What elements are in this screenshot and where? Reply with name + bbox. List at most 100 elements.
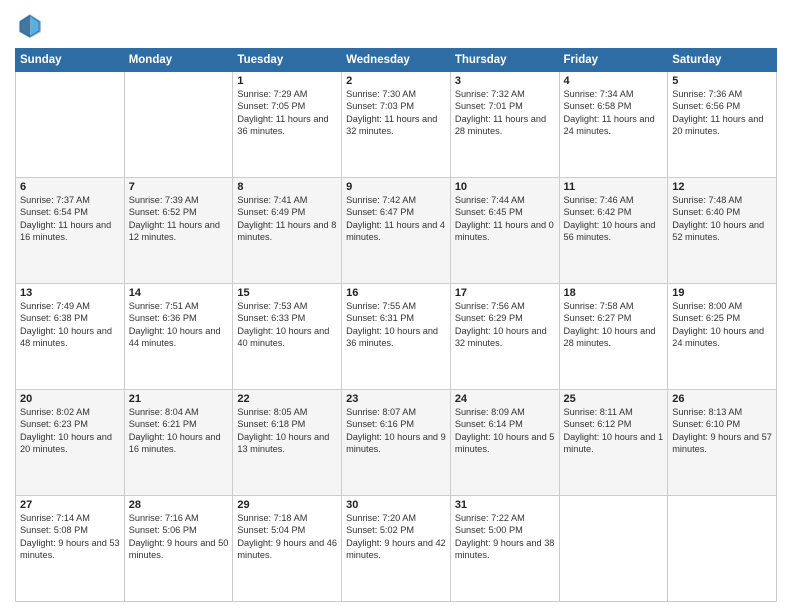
cell-info: Sunrise: 7:30 AMSunset: 7:03 PMDaylight:… bbox=[346, 88, 446, 138]
day-number: 18 bbox=[564, 287, 664, 299]
day-number: 5 bbox=[672, 75, 772, 87]
calendar-cell: 6Sunrise: 7:37 AMSunset: 6:54 PMDaylight… bbox=[16, 178, 125, 284]
calendar-cell: 26Sunrise: 8:13 AMSunset: 6:10 PMDayligh… bbox=[668, 390, 777, 496]
calendar-week-3: 13Sunrise: 7:49 AMSunset: 6:38 PMDayligh… bbox=[16, 284, 777, 390]
day-number: 31 bbox=[455, 499, 555, 511]
calendar-cell: 25Sunrise: 8:11 AMSunset: 6:12 PMDayligh… bbox=[559, 390, 668, 496]
day-number: 3 bbox=[455, 75, 555, 87]
cell-info: Sunrise: 7:39 AMSunset: 6:52 PMDaylight:… bbox=[129, 194, 229, 244]
logo bbox=[15, 10, 49, 40]
calendar-week-5: 27Sunrise: 7:14 AMSunset: 5:08 PMDayligh… bbox=[16, 496, 777, 602]
cell-info: Sunrise: 8:05 AMSunset: 6:18 PMDaylight:… bbox=[237, 406, 337, 456]
calendar-cell: 5Sunrise: 7:36 AMSunset: 6:56 PMDaylight… bbox=[668, 72, 777, 178]
calendar-cell: 8Sunrise: 7:41 AMSunset: 6:49 PMDaylight… bbox=[233, 178, 342, 284]
day-header-tuesday: Tuesday bbox=[233, 49, 342, 72]
day-number: 22 bbox=[237, 393, 337, 405]
day-number: 27 bbox=[20, 499, 120, 511]
day-number: 25 bbox=[564, 393, 664, 405]
cell-info: Sunrise: 7:16 AMSunset: 5:06 PMDaylight:… bbox=[129, 512, 229, 562]
logo-icon bbox=[15, 10, 45, 40]
cell-info: Sunrise: 7:14 AMSunset: 5:08 PMDaylight:… bbox=[20, 512, 120, 562]
calendar-cell: 22Sunrise: 8:05 AMSunset: 6:18 PMDayligh… bbox=[233, 390, 342, 496]
day-number: 2 bbox=[346, 75, 446, 87]
calendar-cell: 21Sunrise: 8:04 AMSunset: 6:21 PMDayligh… bbox=[124, 390, 233, 496]
cell-info: Sunrise: 8:02 AMSunset: 6:23 PMDaylight:… bbox=[20, 406, 120, 456]
calendar-cell: 15Sunrise: 7:53 AMSunset: 6:33 PMDayligh… bbox=[233, 284, 342, 390]
calendar-cell bbox=[124, 72, 233, 178]
cell-info: Sunrise: 8:09 AMSunset: 6:14 PMDaylight:… bbox=[455, 406, 555, 456]
calendar-cell: 1Sunrise: 7:29 AMSunset: 7:05 PMDaylight… bbox=[233, 72, 342, 178]
day-header-friday: Friday bbox=[559, 49, 668, 72]
cell-info: Sunrise: 8:00 AMSunset: 6:25 PMDaylight:… bbox=[672, 300, 772, 350]
calendar-week-1: 1Sunrise: 7:29 AMSunset: 7:05 PMDaylight… bbox=[16, 72, 777, 178]
calendar-cell bbox=[559, 496, 668, 602]
calendar-cell bbox=[668, 496, 777, 602]
calendar-week-2: 6Sunrise: 7:37 AMSunset: 6:54 PMDaylight… bbox=[16, 178, 777, 284]
cell-info: Sunrise: 8:13 AMSunset: 6:10 PMDaylight:… bbox=[672, 406, 772, 456]
calendar-cell: 30Sunrise: 7:20 AMSunset: 5:02 PMDayligh… bbox=[342, 496, 451, 602]
calendar-cell: 11Sunrise: 7:46 AMSunset: 6:42 PMDayligh… bbox=[559, 178, 668, 284]
cell-info: Sunrise: 7:20 AMSunset: 5:02 PMDaylight:… bbox=[346, 512, 446, 562]
calendar-cell: 28Sunrise: 7:16 AMSunset: 5:06 PMDayligh… bbox=[124, 496, 233, 602]
cell-info: Sunrise: 7:32 AMSunset: 7:01 PMDaylight:… bbox=[455, 88, 555, 138]
cell-info: Sunrise: 7:56 AMSunset: 6:29 PMDaylight:… bbox=[455, 300, 555, 350]
cell-info: Sunrise: 7:58 AMSunset: 6:27 PMDaylight:… bbox=[564, 300, 664, 350]
cell-info: Sunrise: 7:53 AMSunset: 6:33 PMDaylight:… bbox=[237, 300, 337, 350]
day-number: 17 bbox=[455, 287, 555, 299]
day-number: 23 bbox=[346, 393, 446, 405]
calendar-cell: 14Sunrise: 7:51 AMSunset: 6:36 PMDayligh… bbox=[124, 284, 233, 390]
calendar-cell: 4Sunrise: 7:34 AMSunset: 6:58 PMDaylight… bbox=[559, 72, 668, 178]
calendar-cell: 13Sunrise: 7:49 AMSunset: 6:38 PMDayligh… bbox=[16, 284, 125, 390]
day-number: 14 bbox=[129, 287, 229, 299]
calendar-cell: 31Sunrise: 7:22 AMSunset: 5:00 PMDayligh… bbox=[450, 496, 559, 602]
calendar-cell: 2Sunrise: 7:30 AMSunset: 7:03 PMDaylight… bbox=[342, 72, 451, 178]
calendar-cell: 19Sunrise: 8:00 AMSunset: 6:25 PMDayligh… bbox=[668, 284, 777, 390]
calendar-cell: 10Sunrise: 7:44 AMSunset: 6:45 PMDayligh… bbox=[450, 178, 559, 284]
day-number: 4 bbox=[564, 75, 664, 87]
calendar-cell: 27Sunrise: 7:14 AMSunset: 5:08 PMDayligh… bbox=[16, 496, 125, 602]
calendar-cell bbox=[16, 72, 125, 178]
calendar-cell: 12Sunrise: 7:48 AMSunset: 6:40 PMDayligh… bbox=[668, 178, 777, 284]
day-header-saturday: Saturday bbox=[668, 49, 777, 72]
header bbox=[15, 10, 777, 40]
cell-info: Sunrise: 7:55 AMSunset: 6:31 PMDaylight:… bbox=[346, 300, 446, 350]
day-number: 12 bbox=[672, 181, 772, 193]
cell-info: Sunrise: 7:41 AMSunset: 6:49 PMDaylight:… bbox=[237, 194, 337, 244]
calendar-week-4: 20Sunrise: 8:02 AMSunset: 6:23 PMDayligh… bbox=[16, 390, 777, 496]
cell-info: Sunrise: 7:34 AMSunset: 6:58 PMDaylight:… bbox=[564, 88, 664, 138]
day-number: 21 bbox=[129, 393, 229, 405]
calendar-cell: 3Sunrise: 7:32 AMSunset: 7:01 PMDaylight… bbox=[450, 72, 559, 178]
day-header-sunday: Sunday bbox=[16, 49, 125, 72]
day-number: 28 bbox=[129, 499, 229, 511]
day-header-thursday: Thursday bbox=[450, 49, 559, 72]
calendar-header-row: SundayMondayTuesdayWednesdayThursdayFrid… bbox=[16, 49, 777, 72]
day-number: 13 bbox=[20, 287, 120, 299]
calendar-cell: 29Sunrise: 7:18 AMSunset: 5:04 PMDayligh… bbox=[233, 496, 342, 602]
cell-info: Sunrise: 7:48 AMSunset: 6:40 PMDaylight:… bbox=[672, 194, 772, 244]
cell-info: Sunrise: 8:04 AMSunset: 6:21 PMDaylight:… bbox=[129, 406, 229, 456]
day-number: 20 bbox=[20, 393, 120, 405]
day-number: 8 bbox=[237, 181, 337, 193]
day-number: 30 bbox=[346, 499, 446, 511]
cell-info: Sunrise: 7:42 AMSunset: 6:47 PMDaylight:… bbox=[346, 194, 446, 244]
day-number: 29 bbox=[237, 499, 337, 511]
cell-info: Sunrise: 8:07 AMSunset: 6:16 PMDaylight:… bbox=[346, 406, 446, 456]
cell-info: Sunrise: 7:22 AMSunset: 5:00 PMDaylight:… bbox=[455, 512, 555, 562]
cell-info: Sunrise: 7:44 AMSunset: 6:45 PMDaylight:… bbox=[455, 194, 555, 244]
day-number: 7 bbox=[129, 181, 229, 193]
day-header-wednesday: Wednesday bbox=[342, 49, 451, 72]
day-number: 6 bbox=[20, 181, 120, 193]
day-number: 19 bbox=[672, 287, 772, 299]
cell-info: Sunrise: 7:36 AMSunset: 6:56 PMDaylight:… bbox=[672, 88, 772, 138]
calendar-cell: 16Sunrise: 7:55 AMSunset: 6:31 PMDayligh… bbox=[342, 284, 451, 390]
calendar-table: SundayMondayTuesdayWednesdayThursdayFrid… bbox=[15, 48, 777, 602]
day-number: 11 bbox=[564, 181, 664, 193]
calendar-cell: 20Sunrise: 8:02 AMSunset: 6:23 PMDayligh… bbox=[16, 390, 125, 496]
cell-info: Sunrise: 7:46 AMSunset: 6:42 PMDaylight:… bbox=[564, 194, 664, 244]
cell-info: Sunrise: 7:49 AMSunset: 6:38 PMDaylight:… bbox=[20, 300, 120, 350]
calendar-cell: 24Sunrise: 8:09 AMSunset: 6:14 PMDayligh… bbox=[450, 390, 559, 496]
day-header-monday: Monday bbox=[124, 49, 233, 72]
day-number: 10 bbox=[455, 181, 555, 193]
day-number: 26 bbox=[672, 393, 772, 405]
day-number: 9 bbox=[346, 181, 446, 193]
